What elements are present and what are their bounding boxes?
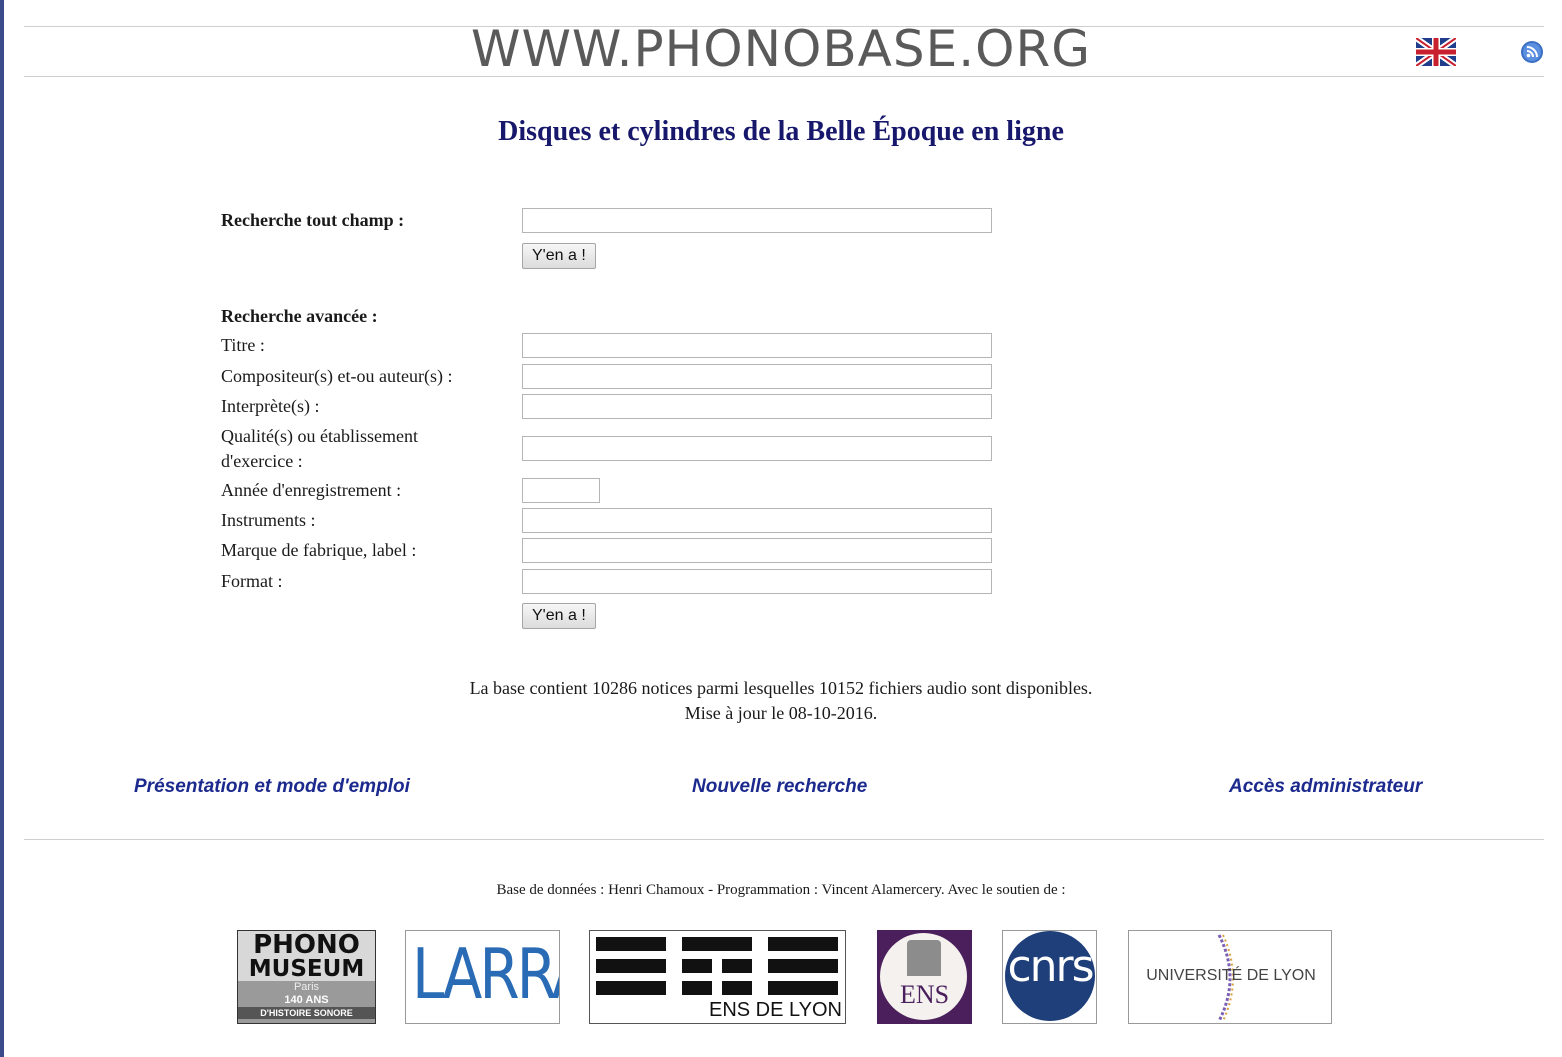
phonomuseum-logo[interactable]: PHONO MUSEUM Paris 140 ANS D'HISTOIRE SO… [237, 930, 376, 1024]
instruments-input[interactable] [522, 508, 992, 533]
composer-label: Compositeur(s) et-ou auteur(s) : [221, 366, 453, 386]
advanced-search-heading: Recherche avancée : [221, 306, 378, 326]
performer-label: Interprète(s) : [221, 396, 320, 416]
site-title[interactable]: WWW.PHONOBASE.ORG [0, 20, 1562, 78]
universite-de-lyon-logo[interactable]: UNIVERSITÉ DE LYON [1128, 930, 1332, 1024]
last-update-text: Mise à jour le 08-10-2016. [684, 703, 878, 723]
phonomuseum-logo-text-2: MUSEUM [238, 957, 375, 981]
quick-search-input[interactable] [522, 208, 992, 233]
admin-access-link[interactable]: Accès administrateur [1229, 776, 1422, 798]
format-label: Format : [221, 571, 283, 591]
quality-label-line2: d'exercice : [221, 451, 303, 471]
performer-input[interactable] [522, 394, 992, 419]
recording-year-label: Année d'enregistrement : [221, 480, 402, 500]
quick-search-label: Recherche tout champ : [221, 210, 405, 230]
recording-year-input[interactable] [522, 478, 600, 503]
building-icon [907, 940, 941, 976]
title-input[interactable] [522, 333, 992, 358]
quick-search-button[interactable]: Y'en a ! [522, 243, 596, 269]
label-brand-label: Marque de fabrique, label : [221, 540, 417, 560]
phonomuseum-logo-text-1: PHONO [238, 931, 375, 958]
quality-label-line1: Qualité(s) ou établissement [221, 426, 418, 446]
phonomuseum-logo-text-5: D'HISTOIRE SONORE [238, 1007, 375, 1019]
quality-input[interactable] [522, 436, 992, 461]
uk-flag-icon[interactable] [1416, 38, 1456, 66]
advanced-search-button[interactable]: Y'en a ! [522, 603, 596, 629]
instruments-label: Instruments : [221, 510, 316, 530]
presentation-link[interactable]: Présentation et mode d'emploi [134, 776, 410, 798]
title-label: Titre : [221, 335, 265, 355]
composer-input[interactable] [522, 364, 992, 389]
larra-logo[interactable]: LARRA [405, 930, 560, 1024]
cnrs-logo-text: cnrs [1007, 941, 1094, 992]
rss-icon[interactable] [1520, 40, 1544, 64]
database-count-text: La base contient 10286 notices parmi les… [469, 678, 1093, 698]
ens-logo[interactable]: ENS [877, 930, 972, 1024]
label-brand-input[interactable] [522, 538, 992, 563]
format-input[interactable] [522, 569, 992, 594]
phonomuseum-logo-text-3: Paris [293, 981, 320, 993]
ens-lyon-logo-text: ENS DE LYON [709, 999, 842, 1021]
cnrs-logo[interactable]: cnrs [1002, 930, 1097, 1024]
ens-logo-text: ENS [899, 980, 950, 1009]
page-title: Disques et cylindres de la Belle Époque … [498, 116, 1064, 147]
universite-de-lyon-logo-text: UNIVERSITÉ DE LYON [1146, 967, 1316, 984]
ens-lyon-logo[interactable]: ENS DE LYON [589, 930, 846, 1024]
footer-rule [24, 839, 1544, 840]
phonomuseum-logo-text-4: 140 ANS [284, 994, 329, 1006]
larra-logo-text: LARRA [412, 933, 559, 1015]
credits-text: Base de données : Henri Chamoux - Progra… [496, 882, 1066, 898]
new-search-link[interactable]: Nouvelle recherche [692, 776, 867, 798]
header-bottom-rule [24, 76, 1544, 77]
